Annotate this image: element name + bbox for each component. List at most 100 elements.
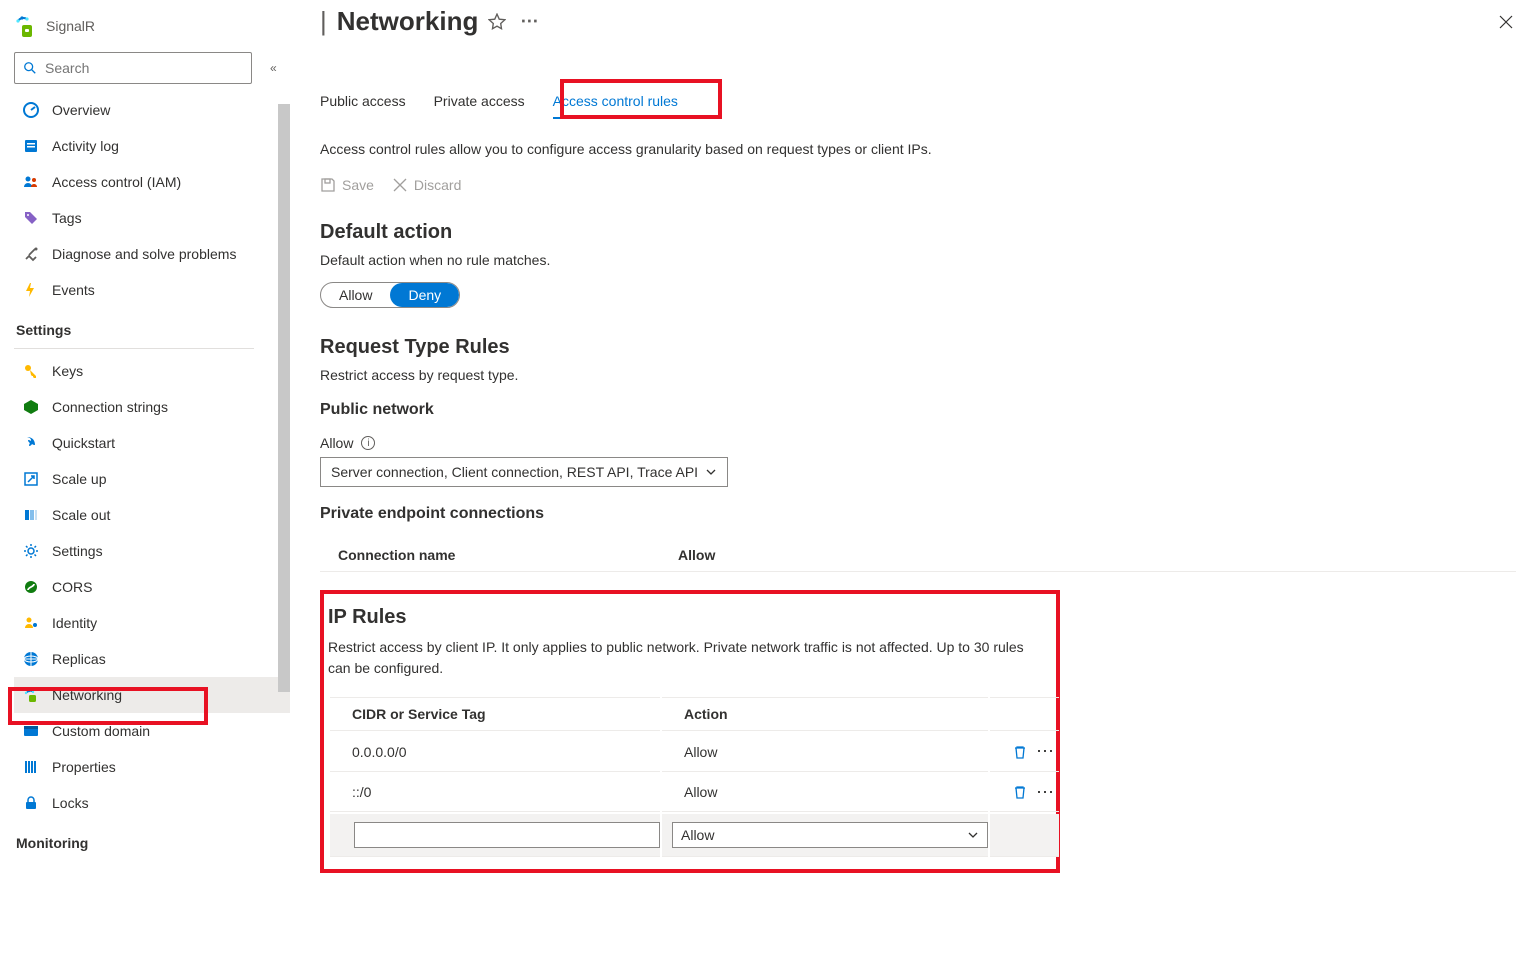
ip-rules-table: CIDR or Service Tag Action 0.0.0.0/0 All… bbox=[328, 695, 1061, 859]
sidebar-item-connection-strings[interactable]: Connection strings bbox=[14, 389, 290, 425]
sidebar-item-label: Settings bbox=[52, 543, 103, 559]
cors-icon bbox=[22, 578, 40, 596]
more-icon[interactable]: ⋯ bbox=[1036, 782, 1055, 803]
scale-up-icon bbox=[22, 470, 40, 488]
sidebar-item-label: Quickstart bbox=[52, 435, 115, 451]
sidebar-item-label: Tags bbox=[52, 210, 82, 226]
sidebar-item-tags[interactable]: Tags bbox=[14, 200, 290, 236]
pe-heading: Private endpoint connections bbox=[320, 505, 1516, 523]
search-icon bbox=[23, 61, 37, 75]
collapse-sidebar-icon[interactable]: « bbox=[270, 61, 277, 75]
networking-icon bbox=[22, 686, 40, 704]
signalr-icon bbox=[14, 14, 38, 38]
replicas-icon bbox=[22, 650, 40, 668]
overview-icon bbox=[22, 101, 40, 119]
sidebar-item-settings[interactable]: Settings bbox=[14, 533, 290, 569]
main-content: | Networking ⋯ Public access Private acc… bbox=[290, 0, 1536, 977]
ip-cidr-input[interactable] bbox=[354, 822, 660, 848]
sidebar-item-label: CORS bbox=[52, 579, 92, 595]
sidebar-item-diagnose[interactable]: Diagnose and solve problems bbox=[14, 236, 290, 272]
sidebar-section-monitoring: Monitoring bbox=[14, 821, 290, 857]
sidebar-item-label: Custom domain bbox=[52, 723, 150, 739]
resource-header: SignalR bbox=[14, 8, 290, 52]
discard-icon bbox=[392, 177, 408, 193]
default-action-heading: Default action bbox=[320, 221, 1516, 244]
scale-out-icon bbox=[22, 506, 40, 524]
toggle-allow[interactable]: Allow bbox=[321, 283, 390, 307]
save-icon bbox=[320, 177, 336, 193]
sidebar-item-label: Access control (IAM) bbox=[52, 174, 181, 190]
quickstart-icon bbox=[22, 434, 40, 452]
sidebar-item-label: Connection strings bbox=[52, 399, 168, 415]
delete-icon[interactable] bbox=[1012, 744, 1028, 760]
connection-icon bbox=[22, 398, 40, 416]
default-action-subtitle: Default action when no rule matches. bbox=[320, 252, 1516, 268]
tab-public-access[interactable]: Public access bbox=[320, 85, 406, 119]
save-button[interactable]: Save bbox=[320, 177, 374, 193]
sidebar-item-replicas[interactable]: Replicas bbox=[14, 641, 290, 677]
sidebar-item-label: Diagnose and solve problems bbox=[52, 246, 236, 262]
chevron-down-icon bbox=[967, 829, 979, 841]
scrollbar-thumb[interactable] bbox=[278, 104, 290, 692]
sidebar-item-label: Identity bbox=[52, 615, 97, 631]
save-label: Save bbox=[342, 177, 374, 193]
discard-button[interactable]: Discard bbox=[392, 177, 461, 193]
sidebar-item-identity[interactable]: Identity bbox=[14, 605, 290, 641]
ip-rule-row: 0.0.0.0/0 Allow ⋯ bbox=[330, 733, 1059, 772]
locks-icon bbox=[22, 794, 40, 812]
sidebar-item-label: Overview bbox=[52, 102, 110, 118]
search-field[interactable] bbox=[45, 60, 243, 76]
sidebar-item-networking[interactable]: Networking bbox=[14, 677, 290, 713]
more-icon[interactable]: ⋯ bbox=[1036, 741, 1055, 762]
ip-col-action: Action bbox=[662, 697, 988, 731]
tab-private-access[interactable]: Private access bbox=[434, 85, 525, 119]
pe-col-allow: Allow bbox=[678, 547, 715, 563]
ip-rule-row: ::/0 Allow ⋯ bbox=[330, 774, 1059, 813]
iam-icon bbox=[22, 173, 40, 191]
sidebar-item-iam[interactable]: Access control (IAM) bbox=[14, 164, 290, 200]
sidebar-section-settings: Settings bbox=[14, 308, 290, 344]
ip-rules-heading: IP Rules bbox=[328, 606, 1048, 629]
sidebar-item-keys[interactable]: Keys bbox=[14, 353, 290, 389]
request-type-dropdown[interactable]: Server connection, Client connection, RE… bbox=[320, 457, 728, 487]
discard-label: Discard bbox=[414, 177, 461, 193]
sidebar-item-properties[interactable]: Properties bbox=[14, 749, 290, 785]
info-icon[interactable]: i bbox=[361, 436, 375, 450]
sidebar-item-events[interactable]: Events bbox=[14, 272, 290, 308]
more-icon[interactable]: ⋯ bbox=[520, 11, 538, 32]
sidebar-item-label: Keys bbox=[52, 363, 83, 379]
pe-table-header: Connection name Allow bbox=[320, 547, 1516, 572]
toolbar: Save Discard bbox=[320, 177, 1516, 193]
sidebar-item-label: Properties bbox=[52, 759, 116, 775]
ip-rules-section: IP Rules Restrict access by client IP. I… bbox=[320, 590, 1060, 873]
default-action-toggle[interactable]: Allow Deny bbox=[320, 282, 460, 308]
sidebar-item-activity-log[interactable]: Activity log bbox=[14, 128, 290, 164]
resource-name: SignalR bbox=[46, 18, 95, 34]
search-input[interactable] bbox=[14, 52, 252, 84]
request-type-subtitle: Restrict access by request type. bbox=[320, 367, 1516, 383]
sidebar-item-cors[interactable]: CORS bbox=[14, 569, 290, 605]
sidebar-item-overview[interactable]: Overview bbox=[14, 92, 290, 128]
sidebar-item-locks[interactable]: Locks bbox=[14, 785, 290, 821]
events-icon bbox=[22, 281, 40, 299]
ip-rule-action: Allow bbox=[662, 774, 988, 813]
sidebar-item-label: Activity log bbox=[52, 138, 119, 154]
title-bar: | bbox=[320, 6, 327, 37]
close-button[interactable] bbox=[1494, 10, 1518, 34]
star-icon[interactable] bbox=[488, 13, 506, 31]
sidebar-item-label: Scale up bbox=[52, 471, 106, 487]
ip-action-select[interactable]: Allow bbox=[672, 822, 988, 848]
dropdown-value: Server connection, Client connection, RE… bbox=[331, 464, 698, 480]
sidebar-item-custom-domain[interactable]: Custom domain bbox=[14, 713, 290, 749]
toggle-deny[interactable]: Deny bbox=[390, 283, 459, 307]
request-type-heading: Request Type Rules bbox=[320, 336, 1516, 359]
sidebar-item-quickstart[interactable]: Quickstart bbox=[14, 425, 290, 461]
sidebar-item-scale-up[interactable]: Scale up bbox=[14, 461, 290, 497]
delete-icon[interactable] bbox=[1012, 784, 1028, 800]
sidebar-item-scale-out[interactable]: Scale out bbox=[14, 497, 290, 533]
sidebar-item-label: Scale out bbox=[52, 507, 110, 523]
activity-log-icon bbox=[22, 137, 40, 155]
tab-access-control-rules[interactable]: Access control rules bbox=[553, 85, 678, 119]
ip-rule-cidr: 0.0.0.0/0 bbox=[330, 733, 660, 772]
pe-col-name: Connection name bbox=[320, 547, 678, 563]
